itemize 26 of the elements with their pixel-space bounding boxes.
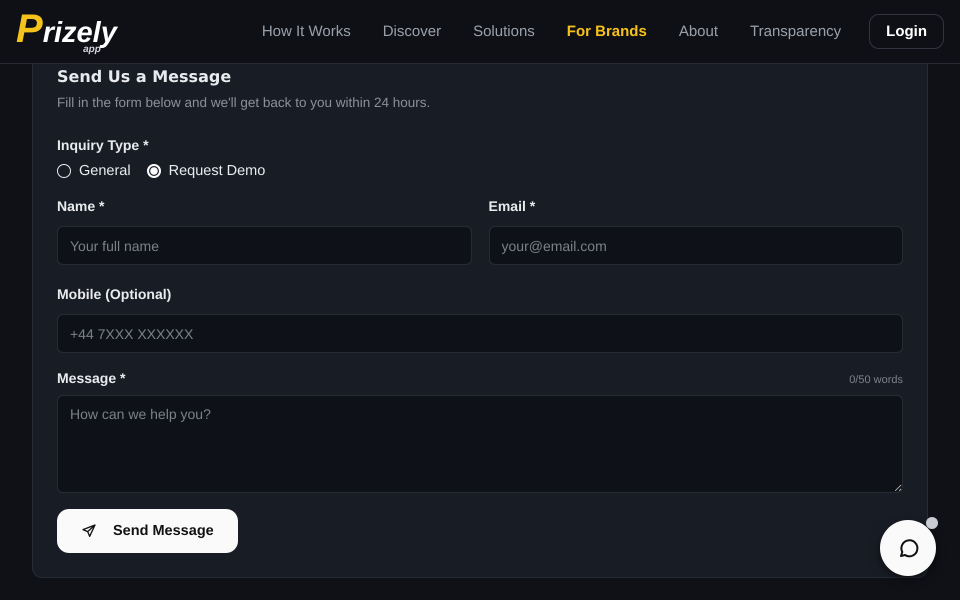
name-field[interactable]: Your full name xyxy=(57,226,472,265)
logo[interactable]: Prizely app xyxy=(16,8,117,54)
field-label: Mobile (Optional) xyxy=(57,285,172,303)
send-button[interactable]: Send Message xyxy=(57,509,238,553)
field-label: Inquiry Type * xyxy=(57,136,150,154)
nav-link[interactable]: How It Works xyxy=(262,23,351,40)
nav-link[interactable]: About xyxy=(678,23,718,40)
radio-label[interactable]: General xyxy=(79,163,131,179)
field-label: Email * xyxy=(488,197,536,215)
message-field[interactable]: How can we help you? xyxy=(57,395,903,493)
nav-link[interactable]: Solutions xyxy=(473,23,535,40)
notification-dot xyxy=(926,517,938,529)
radio-button[interactable] xyxy=(57,164,71,178)
nav-link[interactable]: For Brands xyxy=(566,23,647,40)
word-counter: 0/50 words xyxy=(849,374,903,386)
radio-label[interactable]: Request Demo xyxy=(168,163,266,179)
login-button[interactable]: Login xyxy=(869,14,944,49)
field-label: Message * xyxy=(57,369,126,387)
send-icon xyxy=(81,523,97,539)
nav-link[interactable]: Transparency xyxy=(750,23,842,40)
field-label: Name * xyxy=(57,197,106,215)
form-title: Send Us a Message xyxy=(57,67,232,87)
form-subtitle: Fill in the form below and we'll get back to you within 24 hours. xyxy=(57,95,432,110)
email-field[interactable]: your@email.com xyxy=(488,226,903,265)
mobile-field[interactable]: +44 7XXX XXXXXX xyxy=(57,314,903,353)
nav-link[interactable]: Discover xyxy=(382,23,442,40)
